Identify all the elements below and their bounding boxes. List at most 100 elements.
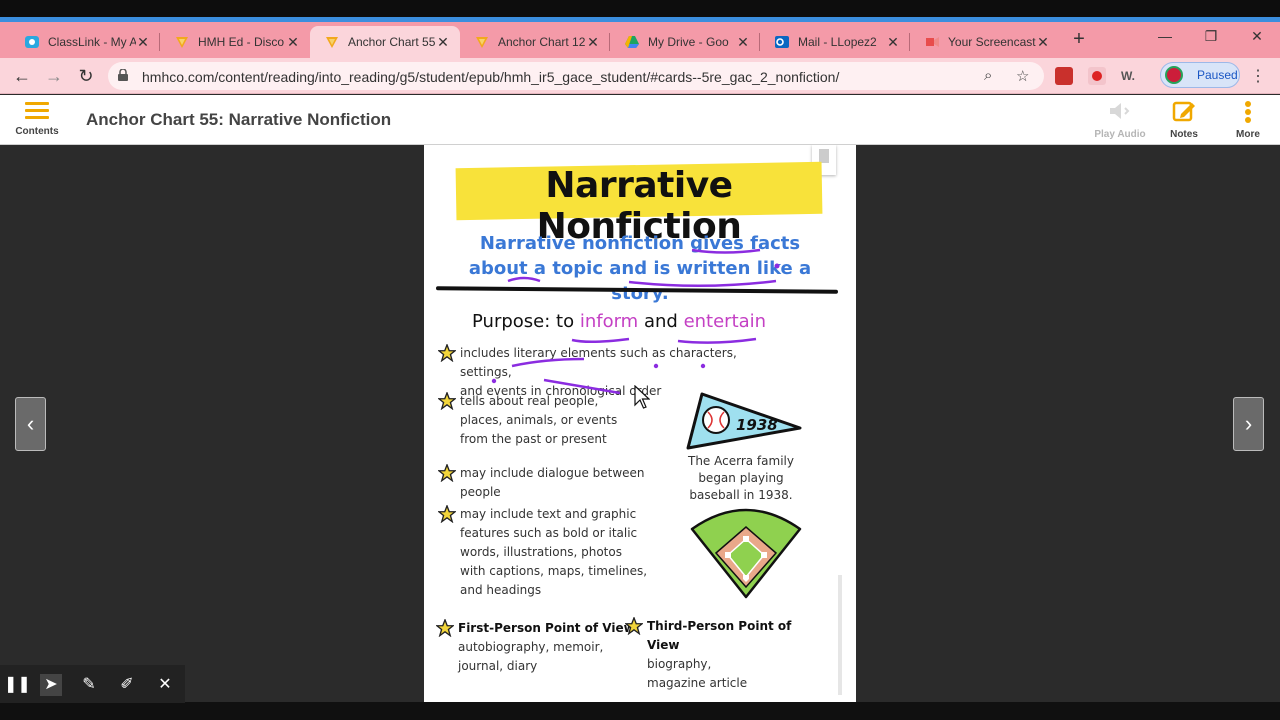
third-person-title: Third-Person Point of View <box>647 619 792 652</box>
tab-title: HMH Ed - Disco <box>198 35 285 49</box>
close-icon[interactable]: ✕ <box>586 34 600 51</box>
close-window-icon[interactable]: ✕ <box>1234 28 1280 45</box>
tab-anchor-chart-12[interactable]: Anchor Chart 12 ✕ <box>460 26 610 58</box>
browser-toolbar: ← → ↻ hmhco.com/content/reading/into_rea… <box>0 58 1280 94</box>
purpose-entertain: entertain <box>683 311 767 332</box>
screencastify-extension-icon[interactable] <box>1088 67 1106 85</box>
browser-tab-bar: ClassLink - My A ✕ HMH Ed - Disco ✕ Anch… <box>0 22 1280 58</box>
close-icon[interactable]: ✕ <box>436 34 450 51</box>
list-item: tells about real people, places, animals… <box>438 392 638 449</box>
reload-icon[interactable]: ↻ <box>74 64 98 88</box>
tab-anchor-chart-55[interactable]: Anchor Chart 55 ✕ <box>310 26 460 58</box>
lock-icon <box>118 69 128 81</box>
next-page-chevron-icon[interactable]: › <box>1233 397 1264 451</box>
star-bullet-icon <box>438 464 456 482</box>
pen-icon[interactable]: ✎ <box>78 674 100 696</box>
purpose-line: Purpose: to inform and entertain <box>472 311 766 332</box>
hmh-icon <box>474 34 490 50</box>
tab-screencast[interactable]: Your Screencast ✕ <box>910 26 1060 58</box>
anchor-chart-page: Narrative Nonfiction Narrative nonfictio… <box>424 145 856 702</box>
more-vertical-icon <box>1245 101 1251 123</box>
close-icon[interactable]: ✕ <box>736 34 750 51</box>
tab-title: ClassLink - My A <box>48 35 136 49</box>
new-tab-plus-icon[interactable]: + <box>1068 28 1090 50</box>
profile-paused-button[interactable]: Paused <box>1160 62 1240 88</box>
star-bullet-icon <box>438 392 456 410</box>
pause-icon[interactable]: ❚❚ <box>4 674 31 696</box>
paused-label: Paused <box>1197 68 1238 82</box>
close-icon[interactable]: ✕ <box>886 34 900 51</box>
more-button[interactable]: More <box>1218 100 1278 140</box>
minimize-icon[interactable]: — <box>1142 28 1188 44</box>
play-audio-button[interactable]: Play Audio <box>1090 100 1150 140</box>
list-item: First-Person Point of View autobiography… <box>436 619 636 676</box>
bottom-strip <box>0 702 1280 720</box>
hmh-icon <box>174 34 190 50</box>
copyright-strip <box>838 575 842 695</box>
close-icon[interactable]: ✕ <box>1036 34 1050 51</box>
list-item: Third-Person Point of View biography, ma… <box>625 617 825 693</box>
forward-arrow-icon[interactable]: → <box>42 64 66 88</box>
tab-mail[interactable]: Mail - LLopez2 ✕ <box>760 26 910 58</box>
browser-menu-icon[interactable]: ⋮ <box>1250 66 1266 86</box>
notes-label: Notes <box>1170 129 1198 140</box>
more-label: More <box>1236 129 1260 140</box>
bullet-text: tells about real people, places, animals… <box>460 394 618 446</box>
star-bullet-icon <box>438 344 456 362</box>
bullet-text: may include text and graphic features su… <box>460 507 648 597</box>
classlink-icon <box>24 34 40 50</box>
speaker-icon <box>1110 103 1130 119</box>
mouse-cursor-icon <box>634 385 650 409</box>
hmh-icon <box>324 34 340 50</box>
close-icon[interactable]: ✕ <box>136 34 150 51</box>
pennant-year: 1938 <box>736 416 778 434</box>
app-header: Contents Anchor Chart 55: Narrative Nonf… <box>0 95 1280 145</box>
definition-text: Narrative nonfiction gives facts about a… <box>468 233 812 304</box>
zoom-search-icon[interactable]: ⌕ <box>984 67 992 84</box>
highlighter-icon[interactable]: ✐ <box>116 674 138 696</box>
third-person-text: biography, magazine article <box>647 657 748 690</box>
url-text: hmhco.com/content/reading/into_reading/g… <box>142 69 840 85</box>
play-audio-label: Play Audio <box>1094 129 1146 140</box>
bullet-text: may include dialogue between people <box>460 466 645 499</box>
first-person-title: First-Person Point of View <box>458 621 635 635</box>
close-icon[interactable]: ✕ <box>286 34 300 51</box>
star-bullet-icon <box>625 617 643 635</box>
purpose-inform: inform <box>579 311 639 332</box>
screen-recorder-strip <box>0 0 1280 18</box>
close-icon[interactable]: ✕ <box>154 674 176 696</box>
outlook-icon <box>774 34 790 50</box>
notes-button[interactable]: Notes <box>1154 100 1214 140</box>
first-person-text: autobiography, memoir, journal, diary <box>458 640 604 673</box>
tab-hmh-ed[interactable]: HMH Ed - Disco ✕ <box>160 26 310 58</box>
page-title: Anchor Chart 55: Narrative Nonfiction <box>86 110 392 129</box>
baseball-field-illustration <box>690 508 802 599</box>
purpose-prefix: Purpose: to <box>472 311 575 332</box>
pennant-illustration: 1938 <box>686 392 802 450</box>
note-pencil-icon <box>1172 101 1195 122</box>
purpose-and: and <box>643 311 678 332</box>
previous-page-chevron-icon[interactable]: ‹ <box>15 397 46 451</box>
menu-icon <box>25 102 49 120</box>
extension-icon[interactable] <box>1055 67 1073 85</box>
tab-title: Mail - LLopez2 <box>798 35 877 49</box>
tab-my-drive[interactable]: My Drive - Goo ✕ <box>610 26 760 58</box>
tab-title: Anchor Chart 12 <box>498 35 586 49</box>
tab-title: My Drive - Goo <box>648 35 729 49</box>
tab-title: Your Screencast <box>948 35 1036 49</box>
word-extension-icon[interactable]: W. <box>1119 67 1137 85</box>
avatar <box>1165 66 1183 84</box>
tab-title: Anchor Chart 55 <box>348 35 436 49</box>
contents-button[interactable]: Contents <box>14 100 60 137</box>
pointer-icon[interactable]: ➤ <box>40 674 62 696</box>
image-caption: The Acerra family began playing baseball… <box>688 454 794 502</box>
recorder-controls: ❚❚ ➤ ✎ ✐ ✕ <box>0 665 185 703</box>
restore-window-icon[interactable]: ❐ <box>1188 28 1234 45</box>
back-arrow-icon[interactable]: ← <box>10 64 34 88</box>
bookmark-star-icon[interactable]: ☆ <box>1016 67 1029 85</box>
google-drive-icon <box>624 34 640 50</box>
address-bar[interactable]: hmhco.com/content/reading/into_reading/g… <box>108 62 1044 90</box>
list-item: may include dialogue between people <box>438 464 668 502</box>
tab-classlink[interactable]: ClassLink - My A ✕ <box>10 26 160 58</box>
star-bullet-icon <box>438 505 456 523</box>
